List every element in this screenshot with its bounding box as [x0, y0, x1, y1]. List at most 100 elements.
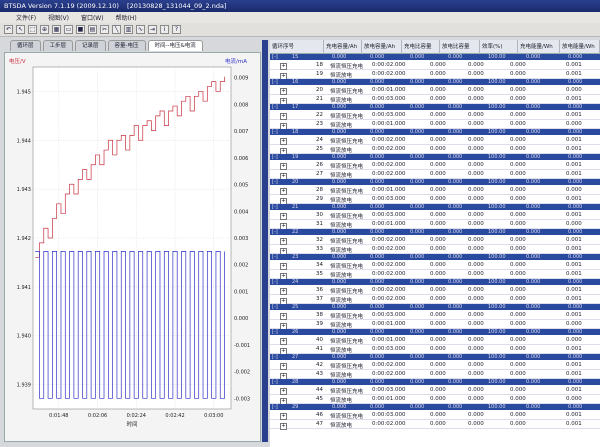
- step-value-b: 0.000: [468, 211, 484, 218]
- column-header[interactable]: 循环序号: [270, 40, 324, 54]
- menu-help[interactable]: 帮助(H): [116, 13, 137, 22]
- grid-icon[interactable]: ▦: [52, 25, 61, 34]
- marker-icon[interactable]: ╲: [112, 25, 121, 34]
- step-value-b: 0.000: [468, 321, 484, 327]
- zoom-icon[interactable]: ⊕: [40, 25, 49, 34]
- export-icon[interactable]: ⇥: [148, 25, 157, 34]
- step-type: 恒流恒压充电: [330, 188, 364, 195]
- tab-record[interactable]: 记录层: [75, 40, 106, 51]
- wave-icon[interactable]: ∿: [136, 25, 145, 34]
- pointer-icon[interactable]: ↖: [16, 25, 25, 34]
- save-icon[interactable]: ■: [76, 25, 85, 34]
- step-row[interactable]: +44 恒流恒压充电 0:00:03.000 0.000 0.000 0.000 0.001: [270, 385, 600, 395]
- step-row[interactable]: +24 恒流恒压充电 0:00:02.000 0.000 0.000 0.000 0.001: [270, 135, 600, 145]
- step-row[interactable]: +40 恒流恒压充电 0:00:01.000 0.000 0.000 0.000 0.000: [270, 335, 600, 345]
- step-time: 0:00:01.000: [372, 86, 406, 93]
- step-number: 18: [316, 61, 323, 68]
- step-row[interactable]: +20 恒流恒压充电 0:00:01.000 0.000 0.000 0.000 0.000: [270, 85, 600, 95]
- column-header[interactable]: 效率(%): [480, 40, 518, 54]
- step-row[interactable]: +39 恒流放电 0:00:01.000 0.000 0.000 0.000 0.000: [270, 320, 600, 330]
- step-value-b: 0.000: [468, 311, 484, 318]
- step-value-d: 0.000: [566, 186, 582, 193]
- step-value-c: 0.000: [510, 146, 526, 152]
- step-value-c: 0.000: [510, 361, 526, 368]
- column-header[interactable]: 放电比容量: [440, 40, 480, 54]
- y2-tick-label: 0.003: [234, 236, 248, 242]
- step-value-b: 0.000: [468, 146, 484, 152]
- tab-step[interactable]: 工步层: [42, 40, 74, 51]
- column-header[interactable]: 充电容量/Ah: [324, 40, 362, 54]
- step-row[interactable]: +46 恒流恒压充电 0:00:03.000 0.000 0.000 0.000 0.001: [270, 410, 600, 420]
- step-row[interactable]: +31 恒流放电 0:00:01.000 0.000 0.000 0.000 0.000: [270, 220, 600, 230]
- menu-window[interactable]: 窗口(W): [81, 13, 104, 22]
- step-value-d: 0.001: [566, 421, 582, 427]
- select-icon[interactable]: ⬚: [28, 25, 37, 34]
- menu-file[interactable]: 文件(F): [16, 13, 36, 22]
- open-icon[interactable]: ▭: [64, 25, 73, 34]
- step-row[interactable]: +29 恒流放电 0:00:03.000 0.000 0.000 0.000 0.001: [270, 195, 600, 205]
- step-row[interactable]: +21 恒流放电 0:00:03.000 0.000 0.000 0.000 0.001: [270, 95, 600, 105]
- step-number: 19: [316, 71, 323, 77]
- tab-time-voltage-current[interactable]: 时间--电压&电流: [147, 40, 203, 51]
- step-number: 21: [316, 96, 323, 102]
- step-number: 30: [316, 211, 323, 218]
- step-row[interactable]: +35 恒流放电 0:00:02.000 0.000 0.000 0.000 0.001: [270, 270, 600, 280]
- step-row[interactable]: +30 恒流恒压充电 0:00:03.000 0.000 0.000 0.000 0.001: [270, 210, 600, 220]
- step-time: 0:00:02.000: [372, 136, 406, 143]
- step-type: 恒流放电: [330, 73, 353, 79]
- step-value-c: 0.000: [510, 121, 526, 127]
- step-row[interactable]: +34 恒流恒压充电 0:00:02.000 0.000 0.000 0.000 0.001: [270, 260, 600, 270]
- step-row[interactable]: +43 恒流放电 0:00:02.000 0.000 0.000 0.000 0.001: [270, 370, 600, 380]
- data-grid[interactable]: 循环序号 充电容量/Ah 放电容量/Ah 充电比容量 放电比容量 效率(%) 充电能量/Wh…: [270, 40, 600, 447]
- column-header[interactable]: 充电能量/Wh: [518, 40, 560, 54]
- info-icon[interactable]: i: [160, 25, 169, 34]
- tab-capacity-voltage[interactable]: 容量-电压: [107, 40, 146, 51]
- step-row[interactable]: +19 恒流放电 0:00:02.000 0.000 0.000 0.000 0.001: [270, 70, 600, 80]
- grid-header: 循环序号 充电容量/Ah 放电容量/Ah 充电比容量 放电比容量 效率(%) 充电能量/Wh…: [270, 40, 600, 54]
- step-value-b: 0.000: [468, 61, 484, 68]
- step-type: 恒流放电: [330, 198, 353, 204]
- step-row[interactable]: +42 恒流恒压充电 0:00:02.000 0.000 0.000 0.000 0.001: [270, 360, 600, 370]
- cut-icon[interactable]: ✂: [100, 25, 109, 34]
- step-value-a: 0.000: [430, 61, 446, 68]
- voltage-current-chart[interactable]: 0:01:48 0:02:06 0:02:24 0:02:42 0:03:00 1.945…: [5, 53, 262, 443]
- menu-view[interactable]: 视图(V): [48, 13, 69, 22]
- step-row[interactable]: +45 恒流放电 0:00:01.000 0.000 0.000 0.000 0.000: [270, 395, 600, 405]
- step-row[interactable]: +25 恒流放电 0:00:02.000 0.000 0.000 0.000 0.001: [270, 145, 600, 155]
- step-value-d: 0.000: [566, 336, 582, 343]
- step-row[interactable]: +26 恒流恒压充电 0:00:02.000 0.000 0.000 0.000 0.001: [270, 160, 600, 170]
- step-row[interactable]: +32 恒流恒压充电 0:00:02.000 0.000 0.000 0.000 0.001: [270, 235, 600, 245]
- step-row[interactable]: +22 恒流恒压充电 0:00:03.000 0.000 0.000 0.000 0.001: [270, 110, 600, 120]
- pane-splitter[interactable]: [262, 40, 268, 442]
- step-number: 22: [316, 111, 323, 118]
- step-value-c: 0.000: [510, 196, 526, 202]
- step-row[interactable]: +47 恒流放电 0:00:02.000 0.000 0.000 0.000 0.001: [270, 420, 600, 430]
- step-row[interactable]: +37 恒流放电 0:00:02.000 0.000 0.000 0.000 0.001: [270, 295, 600, 305]
- step-type: 恒流放电: [330, 423, 353, 429]
- step-row[interactable]: +41 恒流放电 0:00:03.000 0.000 0.000 0.000 0.001: [270, 345, 600, 355]
- step-row[interactable]: +38 恒流恒压充电 0:00:03.000 0.000 0.000 0.000 0.001: [270, 310, 600, 320]
- step-value-d: 0.001: [566, 346, 582, 352]
- step-value-a: 0.000: [430, 136, 446, 143]
- step-row[interactable]: +27 恒流放电 0:00:02.000 0.000 0.000 0.000 0.001: [270, 170, 600, 180]
- step-value-b: 0.000: [468, 346, 484, 352]
- step-row[interactable]: +18 恒流恒压充电 0:00:02.000 0.000 0.000 0.000 0.001: [270, 60, 600, 70]
- step-number: 40: [316, 336, 323, 343]
- help-icon[interactable]: ?: [172, 25, 181, 34]
- step-value-b: 0.000: [468, 186, 484, 193]
- column-header[interactable]: 充电比容量: [402, 40, 440, 54]
- step-row[interactable]: +33 恒流放电 0:00:02.000 0.000 0.000 0.000 0.001: [270, 245, 600, 255]
- step-number: 33: [316, 246, 323, 252]
- app-version: BTSDA Version 7.1.19 (2009.12.10): [4, 2, 119, 10]
- back-icon[interactable]: ↶: [4, 25, 13, 34]
- column-header[interactable]: 放电能量/Wh: [560, 40, 600, 54]
- column-header[interactable]: 放电容量/Ah: [362, 40, 402, 54]
- step-time: 0:00:02.000: [372, 286, 406, 293]
- tab-cycle[interactable]: 循环层: [10, 40, 41, 51]
- expand-icon[interactable]: +: [280, 422, 287, 430]
- chart-icon[interactable]: ▥: [124, 25, 133, 34]
- step-row[interactable]: +28 恒流恒压充电 0:00:01.000 0.000 0.000 0.000 0.000: [270, 185, 600, 195]
- step-row[interactable]: +36 恒流恒压充电 0:00:02.000 0.000 0.000 0.000 0.001: [270, 285, 600, 295]
- step-row[interactable]: +23 恒流放电 0:00:01.000 0.000 0.000 0.000 0.000: [270, 120, 600, 130]
- print-icon[interactable]: ▤: [88, 25, 97, 34]
